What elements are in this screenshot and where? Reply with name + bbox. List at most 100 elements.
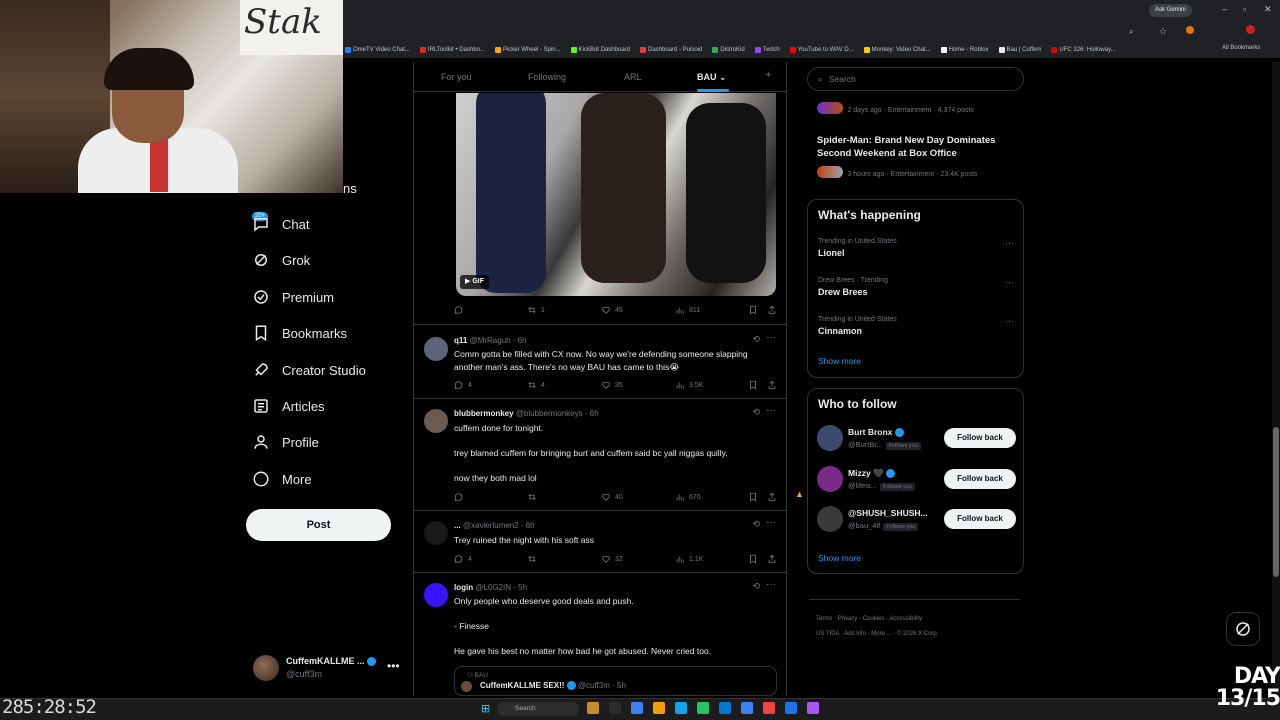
nav-item-articles[interactable]: Articles xyxy=(252,394,325,418)
taskbar-app-icon[interactable] xyxy=(587,702,599,714)
tab-arl[interactable]: ARL xyxy=(624,72,642,82)
nav-item-profile[interactable]: Profile xyxy=(252,430,319,454)
follow-suggestion-name[interactable]: Mizzy 🖤 xyxy=(848,468,895,479)
reply-icon[interactable]: 4 xyxy=(454,380,472,390)
like-icon[interactable]: 32 xyxy=(601,554,623,564)
avatar[interactable] xyxy=(817,466,843,492)
share-icon[interactable] xyxy=(767,305,777,315)
nav-item-chat[interactable]: Chat xyxy=(252,212,309,236)
avatar[interactable] xyxy=(817,506,843,532)
post-button[interactable]: Post xyxy=(246,509,391,541)
search-input[interactable]: ⌕ Search xyxy=(807,67,1024,91)
trend-item[interactable]: Drew Brees · Trending Drew Brees ··· xyxy=(818,277,1018,297)
follow-back-button[interactable]: Follow back xyxy=(944,509,1016,529)
repost-icon[interactable]: 1 xyxy=(527,305,545,315)
views-icon[interactable]: 1.1K xyxy=(675,554,703,564)
footer-link-terms[interactable]: Terms xyxy=(816,616,832,622)
trend-menu-icon[interactable]: ··· xyxy=(1005,316,1014,326)
views-icon[interactable]: 670 xyxy=(675,492,701,502)
footer-link-privacy[interactable]: Privacy xyxy=(838,616,858,622)
bookmark-item[interactable]: Picker Wheel - Spin... xyxy=(494,47,561,53)
post-menu-icon[interactable]: ··· xyxy=(766,579,776,590)
bookmark-icon[interactable] xyxy=(748,380,758,390)
share-icon[interactable] xyxy=(767,554,777,564)
reply-icon[interactable] xyxy=(454,305,464,315)
repost-icon[interactable] xyxy=(527,554,537,564)
bookmark-item[interactable]: YouTube to WAV D... xyxy=(789,47,854,53)
repost-icon[interactable]: 4 xyxy=(527,380,545,390)
follow-back-button[interactable]: Follow back xyxy=(944,469,1016,489)
trend-headline[interactable]: Spider-Man: Brand New Day Dominates Seco… xyxy=(817,135,1017,160)
show-more-link[interactable]: Show more xyxy=(818,553,861,563)
extension-icon[interactable] xyxy=(1186,26,1194,34)
grok-icon[interactable]: ⟲ xyxy=(752,334,760,345)
all-bookmarks-link[interactable]: All Bookmarks xyxy=(1222,45,1260,51)
tab-for-you[interactable]: For you xyxy=(441,72,472,82)
bookmark-item[interactable]: DistroKid xyxy=(712,47,745,53)
taskbar-app-icon[interactable] xyxy=(719,702,731,714)
trend-menu-icon[interactable]: ··· xyxy=(1005,277,1014,287)
post-menu-icon[interactable]: ··· xyxy=(766,517,776,528)
timeline[interactable]: For you Following ARL BAU ⌄ + ▶ GIF 1 45… xyxy=(413,62,787,696)
like-icon[interactable]: 45 xyxy=(601,305,623,315)
taskbar-search[interactable]: Search xyxy=(497,702,579,716)
post[interactable]: login @L0G2IN · 5h ⟲ ··· Only people who… xyxy=(414,572,786,696)
post[interactable]: q11 @MrRaguh · 6h ⟲ ··· Comm gotta be fi… xyxy=(414,324,786,398)
nav-item-premium[interactable]: Premium xyxy=(252,285,334,309)
reply-icon[interactable] xyxy=(454,492,464,502)
repost-icon[interactable] xyxy=(527,492,537,502)
quoted-post[interactable]: ⚇ BAU CuffemKALLME SEX!! @cuff3m · 5h xyxy=(454,666,777,696)
bookmark-item[interactable]: OmeTV Video Chat... xyxy=(345,47,410,53)
bookmark-item[interactable]: Dashboard - Pulsoid xyxy=(640,47,702,53)
taskbar-app-icon[interactable] xyxy=(763,702,775,714)
nav-item-grok[interactable]: Grok xyxy=(252,248,310,272)
taskbar-app-icon[interactable] xyxy=(785,702,797,714)
taskbar-app-icon[interactable] xyxy=(675,702,687,714)
follow-back-button[interactable]: Follow back xyxy=(944,428,1016,448)
windows-start-icon[interactable]: ⊞ xyxy=(481,702,490,715)
bookmark-item[interactable]: Home - Roblox xyxy=(940,47,989,53)
profile-avatar-icon[interactable] xyxy=(1246,25,1255,34)
grok-icon[interactable]: ⟲ xyxy=(752,519,760,530)
bookmark-icon[interactable] xyxy=(748,492,758,502)
scrollbar-thumb[interactable] xyxy=(1273,427,1279,577)
like-icon[interactable]: 35 xyxy=(601,380,623,390)
footer-link-cookies[interactable]: Cookies xyxy=(863,616,885,622)
bookmark-item[interactable]: KickBot Dashboard xyxy=(570,47,630,53)
follow-suggestion-name[interactable]: Burt Bronx xyxy=(848,427,904,438)
grok-fab-button[interactable] xyxy=(1226,612,1260,646)
star-icon[interactable]: ☆ xyxy=(1159,26,1167,37)
taskbar-app-icon[interactable] xyxy=(741,702,753,714)
maximize-icon[interactable]: ▫ xyxy=(1243,4,1246,14)
nav-item-bookmarks[interactable]: Bookmarks xyxy=(252,321,347,345)
footer-link-accessibility[interactable]: Accessibility xyxy=(889,616,922,622)
bookmark-item[interactable]: Bau | Cuffem xyxy=(998,47,1041,53)
page-scrollbar[interactable] xyxy=(1272,62,1280,696)
add-tab-icon[interactable]: + xyxy=(765,69,771,81)
grok-icon[interactable]: ⟲ xyxy=(752,581,760,592)
gif-media[interactable]: ▶ GIF xyxy=(456,93,776,296)
like-icon[interactable]: 40 xyxy=(601,492,623,502)
post[interactable]: ... @xavierlumen2 · 6h ⟲ ··· Trey ruined… xyxy=(414,510,786,572)
footer-link-more[interactable]: More ... xyxy=(871,631,891,637)
tab-bau[interactable]: BAU ⌄ xyxy=(697,72,727,83)
taskbar-app-icon[interactable] xyxy=(609,702,621,714)
taskbar-app-icon[interactable] xyxy=(807,702,819,714)
bookmark-icon[interactable] xyxy=(748,305,758,315)
reply-icon[interactable]: 4 xyxy=(454,554,472,564)
post[interactable]: blubbermonkey @blubbermonkeys · 6h ⟲ ···… xyxy=(414,398,786,510)
footer-link-ads-info[interactable]: Ads info xyxy=(844,631,866,637)
nav-item-creator-studio[interactable]: Creator Studio xyxy=(252,358,366,382)
trend-item[interactable]: 3 hours ago · Entertainment · 23.4K post… xyxy=(817,163,1017,181)
share-icon[interactable] xyxy=(767,492,777,502)
taskbar-app-icon[interactable] xyxy=(631,702,643,714)
taskbar-app-icon[interactable] xyxy=(653,702,665,714)
grok-icon[interactable]: ⟲ xyxy=(752,407,760,418)
views-icon[interactable]: 811 xyxy=(675,305,700,315)
show-more-link[interactable]: Show more xyxy=(818,356,861,366)
post-menu-icon[interactable]: ··· xyxy=(766,405,776,416)
trend-item[interactable]: Trending in United States Cinnamon ··· xyxy=(818,316,1018,336)
footer-link-us-tida[interactable]: US TIDA xyxy=(816,631,839,637)
trend-item[interactable]: Trending in United States Lionel ··· xyxy=(818,238,1018,258)
views-icon[interactable]: 3.5K xyxy=(675,380,703,390)
